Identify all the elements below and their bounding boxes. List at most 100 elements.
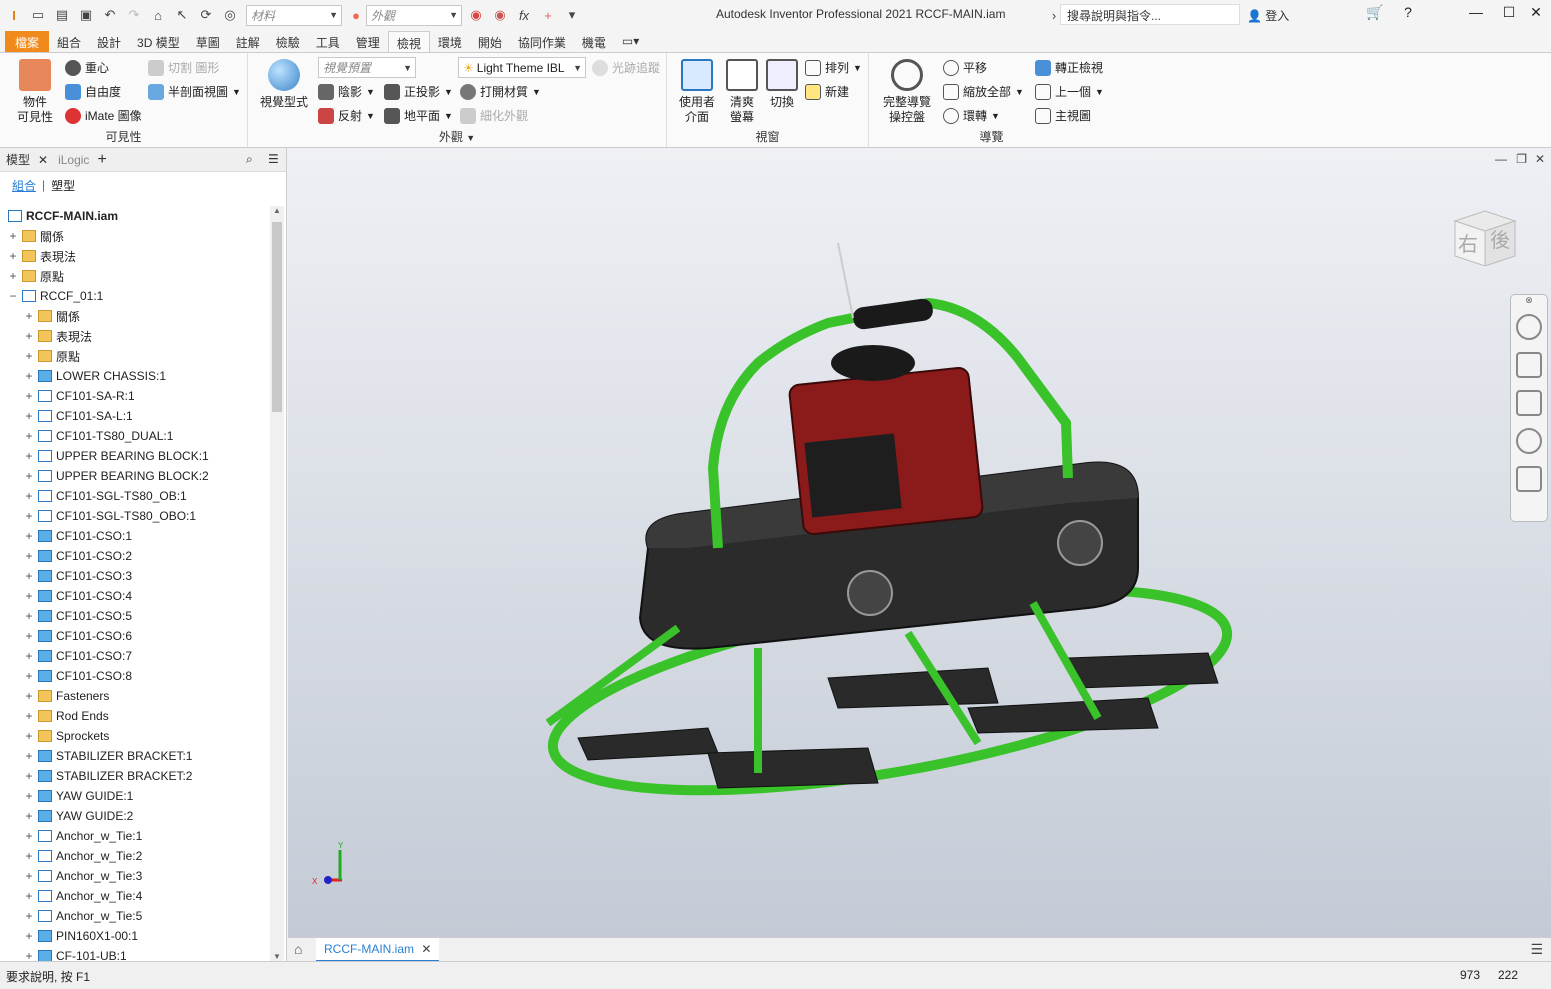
appearance-icon[interactable]: ● <box>346 5 366 25</box>
update-icon[interactable]: ⟳ <box>196 5 216 25</box>
expand-icon[interactable]: − <box>8 289 18 303</box>
center-of-gravity-button[interactable]: 重心 <box>65 59 109 76</box>
tree-node[interactable]: + CF101-CSO:6 <box>0 626 270 646</box>
expand-icon[interactable]: + <box>24 309 34 323</box>
look-at-icon[interactable] <box>1516 466 1542 492</box>
close-tab-icon[interactable]: ✕ <box>38 153 48 167</box>
tree-root[interactable]: RCCF-MAIN.iam <box>0 206 270 226</box>
tree-node[interactable]: + Sprockets <box>0 726 270 746</box>
clear-appearance-icon[interactable]: ◉ <box>490 5 510 25</box>
expand-icon[interactable]: + <box>24 329 34 343</box>
slice-graphics-button[interactable]: 切割 圖形 <box>148 59 219 76</box>
tree-node[interactable]: + LOWER CHASSIS:1 <box>0 366 270 386</box>
navbar-close-icon[interactable]: ⊗ <box>1511 295 1547 306</box>
expand-icon[interactable]: + <box>24 569 34 583</box>
tree-node[interactable]: + CF101-SA-L:1 <box>0 406 270 426</box>
expand-icon[interactable]: + <box>24 609 34 623</box>
open-file-icon[interactable]: ▤ <box>52 5 72 25</box>
shadows-button[interactable]: 陰影 ▼ <box>318 83 375 100</box>
zoom-all-button[interactable]: 縮放全部 ▼ <box>943 83 1024 100</box>
graphics-viewport[interactable]: — ❐ ✕ 右 後 ⊗ Y X <box>288 148 1551 937</box>
expand-icon[interactable]: + <box>24 369 34 383</box>
expand-icon[interactable]: + <box>24 869 34 883</box>
previous-view-button[interactable]: 上一個 ▼ <box>1035 83 1104 100</box>
degrees-of-freedom-button[interactable]: 自由度 <box>65 83 121 100</box>
tree-node[interactable]: + 關係 <box>0 306 270 326</box>
full-navigation-wheel-button[interactable]: 完整導覽 操控盤 <box>877 59 937 125</box>
orbit-button[interactable]: 環轉 ▼ <box>943 107 1000 124</box>
ground-plane-button[interactable]: 地平面 ▼ <box>384 107 453 124</box>
subtab-assembly[interactable]: 組合 <box>12 177 36 194</box>
orthographic-button[interactable]: 正投影 ▼ <box>384 83 453 100</box>
maximize-button[interactable]: ☐ <box>1499 4 1519 24</box>
menu-icon[interactable]: ☰ <box>268 152 279 166</box>
tree-node[interactable]: + 表現法 <box>0 246 270 266</box>
customize-quick-access-icon[interactable]: ▾ <box>562 5 582 25</box>
subtab-modeling[interactable]: 塑型 <box>51 177 75 194</box>
expand-icon[interactable]: + <box>24 449 34 463</box>
tree-node[interactable]: + CF101-SGL-TS80_OB:1 <box>0 486 270 506</box>
textures-on-button[interactable]: 打開材質 ▼ <box>460 83 541 100</box>
ray-tracing-button[interactable]: 光跡追蹤 <box>592 59 660 76</box>
tree-node[interactable]: + 表現法 <box>0 326 270 346</box>
tab-13[interactable]: 機電 <box>574 31 614 52</box>
expand-icon[interactable]: + <box>24 469 34 483</box>
tab-4[interactable]: 草圖 <box>188 31 228 52</box>
expand-icon[interactable]: + <box>24 749 34 763</box>
select-icon[interactable]: ↖ <box>172 5 192 25</box>
zoom-icon[interactable] <box>1516 390 1542 416</box>
cart-icon[interactable]: 🛒 <box>1365 4 1385 24</box>
pan-hand-icon[interactable] <box>1516 352 1542 378</box>
switch-window-button[interactable]: 切換 <box>763 59 801 110</box>
tab-model[interactable]: 模型 <box>6 151 30 168</box>
expand-icon[interactable]: + <box>24 949 34 961</box>
browser-scrollbar[interactable]: ▲ ▼ <box>270 206 284 961</box>
tab-2[interactable]: 設計 <box>89 31 129 52</box>
tree-node[interactable]: + YAW GUIDE:2 <box>0 806 270 826</box>
tab-ilogic[interactable]: iLogic <box>58 153 89 167</box>
tree-node[interactable]: + UPPER BEARING BLOCK:1 <box>0 446 270 466</box>
tab-5[interactable]: 註解 <box>228 31 268 52</box>
expand-icon[interactable]: + <box>24 909 34 923</box>
tabs-menu-icon[interactable]: ☰ <box>1530 941 1543 958</box>
scroll-up-icon[interactable]: ▲ <box>270 206 284 215</box>
object-visibility-button[interactable]: 物件 可見性 <box>10 59 60 125</box>
tab-7[interactable]: 工具 <box>308 31 348 52</box>
steering-wheel-icon[interactable] <box>1516 314 1542 340</box>
expand-icon[interactable]: + <box>24 809 34 823</box>
expand-icon[interactable]: + <box>24 669 34 683</box>
expand-icon[interactable]: + <box>24 509 34 523</box>
new-window-button[interactable]: 新建 <box>805 83 849 100</box>
imate-glyph-button[interactable]: iMate 圖像 <box>65 107 142 124</box>
view-cube[interactable]: 右 後 <box>1450 206 1520 267</box>
expand-icon[interactable]: + <box>24 349 34 363</box>
expand-icon[interactable]: + <box>24 829 34 843</box>
tree-node[interactable]: + CF-101-UB:1 <box>0 946 270 961</box>
tab-8[interactable]: 管理 <box>348 31 388 52</box>
help-search-input[interactable]: 搜尋說明與指令... <box>1060 4 1240 25</box>
tree-node[interactable]: + 原點 <box>0 346 270 366</box>
expand-icon[interactable]: + <box>24 849 34 863</box>
plus-icon[interactable]: + <box>538 5 558 25</box>
tree-node[interactable]: + CF101-SA-R:1 <box>0 386 270 406</box>
material-dropdown[interactable]: 材料 ▼ <box>246 4 342 26</box>
minimize-button[interactable]: — <box>1466 4 1486 24</box>
expand-icon[interactable]: + <box>24 489 34 503</box>
expand-icon[interactable]: + <box>24 429 34 443</box>
tab-12[interactable]: 協同作業 <box>510 31 574 52</box>
look-at-button[interactable]: 轉正檢視 <box>1035 59 1103 76</box>
parameters-fx-icon[interactable]: fx <box>514 5 534 25</box>
tab-3[interactable]: 3D 模型 <box>129 31 188 52</box>
half-section-view-button[interactable]: 半剖面視圖 ▼ <box>148 83 241 100</box>
redo-icon[interactable]: ↷ <box>124 5 144 25</box>
tree-node[interactable]: + CF101-TS80_DUAL:1 <box>0 426 270 446</box>
scrollbar-thumb[interactable] <box>272 222 282 412</box>
visual-style-button[interactable]: 視覺型式 <box>256 59 312 110</box>
orbit-icon[interactable] <box>1516 428 1542 454</box>
tree-node[interactable]: + 原點 <box>0 266 270 286</box>
expand-icon[interactable]: + <box>24 769 34 783</box>
close-tab-icon[interactable]: ✕ <box>421 942 431 956</box>
arrange-button[interactable]: 排列 ▼ <box>805 59 862 76</box>
viewcube-back-face[interactable]: 後 <box>1490 224 1510 253</box>
close-button[interactable]: ✕ <box>1526 4 1546 24</box>
